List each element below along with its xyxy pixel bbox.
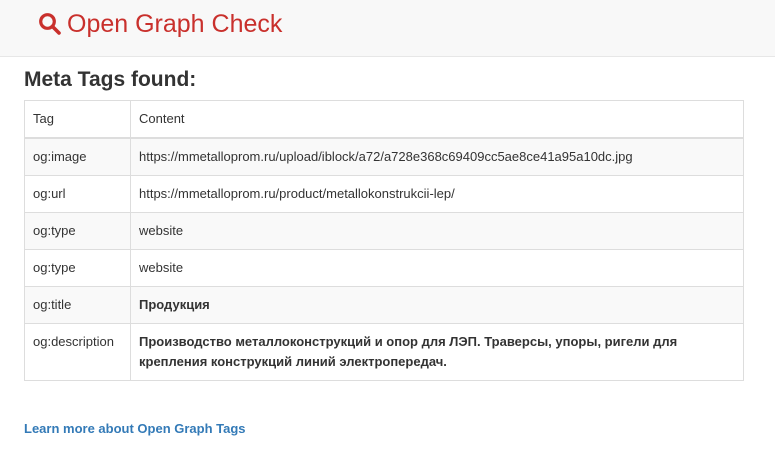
tag-cell: og:type [24, 212, 131, 250]
content-cell: https://mmetallоprom.ru/upload/iblock/a7… [130, 137, 744, 176]
content-cell: Производство металлоконструкций и опор д… [130, 323, 744, 381]
table-row: og:image https://mmetallоprom.ru/upload/… [24, 137, 744, 176]
column-header-tag: Tag [24, 100, 131, 139]
page-heading: Meta Tags found: [24, 68, 197, 91]
content-cell: Продукция [130, 286, 744, 324]
table-row: og:description Производство металлоконст… [24, 323, 744, 381]
content-cell: https://mmetallоprom.ru/product/metallok… [130, 175, 744, 213]
tag-cell: og:description [24, 323, 131, 381]
table-header-row: Tag Content [24, 100, 744, 139]
table-row: og:title Продукция [24, 286, 744, 324]
top-navbar: Open Graph Check [0, 0, 775, 57]
tag-cell: og:image [24, 137, 131, 176]
column-header-content: Content [130, 100, 744, 139]
content-cell: website [130, 249, 744, 287]
main-content: Meta Tags found: Tag Content og:image ht… [0, 57, 775, 381]
tag-cell: og:type [24, 249, 131, 287]
content-cell: website [130, 212, 744, 250]
tag-cell: og:title [24, 286, 131, 324]
brand-link[interactable]: Open Graph Check [38, 9, 282, 39]
table-row: og:type website [24, 212, 744, 250]
learn-more-link[interactable]: Learn more about Open Graph Tags [24, 421, 246, 436]
table-row: og:type website [24, 249, 744, 287]
tag-cell: og:url [24, 175, 131, 213]
search-icon [38, 12, 62, 36]
meta-tags-table: Tag Content og:image https://mmetallоpro… [24, 100, 744, 381]
brand-title: Open Graph Check [67, 10, 283, 38]
table-row: og:url https://mmetallоprom.ru/product/m… [24, 175, 744, 213]
